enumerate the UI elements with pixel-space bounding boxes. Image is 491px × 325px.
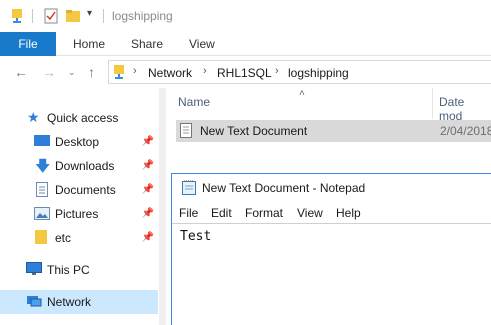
pin-icon[interactable]: 📌 <box>142 208 154 219</box>
computer-icon <box>26 262 42 279</box>
sidebar-scrollbar[interactable] <box>159 88 166 325</box>
title-bar: ▾ logshipping <box>0 0 491 32</box>
sidebar-item-label: Downloads <box>55 159 115 173</box>
properties-icon[interactable] <box>44 8 58 27</box>
notepad-menu-bar: File Edit Format View Help <box>172 202 491 224</box>
sidebar-item-label: Network <box>47 295 92 309</box>
breadcrumb-rhl1sql[interactable]: RHL1SQL <box>217 66 272 80</box>
sort-ascending-icon: ˄ <box>299 88 305 99</box>
breadcrumb-separator-icon[interactable]: › <box>203 65 207 77</box>
window-title: logshipping <box>112 9 173 23</box>
pin-icon[interactable]: 📌 <box>142 160 154 171</box>
tab-share[interactable]: Share <box>131 32 163 56</box>
forward-arrow-icon[interactable]: → <box>42 64 56 80</box>
sidebar-item-network[interactable]: Network <box>0 290 158 314</box>
file-date: 2/04/2018 <box>440 124 491 138</box>
menu-format[interactable]: Format <box>245 206 283 220</box>
sidebar-item-label: This PC <box>47 263 90 277</box>
notepad-title-bar[interactable]: New Text Document - Notepad <box>172 174 491 202</box>
menu-view[interactable]: View <box>297 206 323 220</box>
sidebar-item-label: Desktop <box>55 135 100 149</box>
new-folder-icon[interactable] <box>65 8 81 27</box>
file-row[interactable]: New Text Document 2/04/2018 <box>176 120 491 142</box>
notepad-content: Test <box>180 229 212 244</box>
column-header-date-modified[interactable]: Date mod <box>439 95 491 123</box>
back-arrow-icon[interactable]: ← <box>14 64 28 80</box>
file-name: New Text Document <box>200 124 308 138</box>
menu-file[interactable]: File <box>179 206 198 220</box>
breadcrumb-separator-icon[interactable]: › <box>133 65 137 77</box>
address-bar[interactable]: › Network › RHL1SQL › logshipping <box>108 60 491 84</box>
star-icon: ★ <box>27 109 40 125</box>
tab-home[interactable]: Home <box>73 32 105 56</box>
text-file-icon <box>180 123 192 141</box>
recent-locations-chevron-icon[interactable]: ⌄ <box>68 67 76 78</box>
menu-edit[interactable]: Edit <box>211 206 232 220</box>
ribbon-tabs: File Home Share View <box>0 32 491 56</box>
network-icon <box>26 294 42 311</box>
sidebar-item-this-pc[interactable]: This PC <box>0 258 158 282</box>
pin-icon[interactable]: 📌 <box>142 232 154 243</box>
app-folder-icon <box>10 8 24 27</box>
column-divider[interactable] <box>432 88 433 118</box>
tab-file[interactable]: File <box>0 32 56 56</box>
quick-access-dropdown-icon[interactable]: ▾ <box>87 8 92 19</box>
breadcrumb-logshipping[interactable]: logshipping <box>288 66 349 80</box>
sidebar-item-etc[interactable]: etc 📌 <box>0 226 158 250</box>
notepad-icon <box>182 180 196 198</box>
notepad-title: New Text Document - Notepad <box>202 181 366 195</box>
sidebar-item-downloads[interactable]: 🡇 Downloads 📌 <box>0 154 158 178</box>
navigation-bar: ← → ⌄ ↑ › Network › RHL1SQL › logshippin… <box>0 56 491 88</box>
column-header-name[interactable]: Name <box>178 95 210 109</box>
sidebar-item-label: Pictures <box>55 207 99 221</box>
sidebar-item-label: Documents <box>55 183 116 197</box>
sidebar-item-documents[interactable]: Documents 📌 <box>0 178 158 202</box>
breadcrumb-network[interactable]: Network <box>148 66 192 80</box>
sidebar-item-pictures[interactable]: Pictures 📌 <box>0 202 158 226</box>
tab-view[interactable]: View <box>189 32 215 56</box>
notepad-text-area[interactable]: Test <box>172 223 491 325</box>
sidebar-item-label: Quick access <box>47 111 119 125</box>
folder-icon <box>34 229 48 248</box>
menu-help[interactable]: Help <box>336 206 361 220</box>
up-arrow-icon[interactable]: ↑ <box>88 64 95 80</box>
sidebar-item-label: etc <box>55 231 72 245</box>
documents-icon <box>36 182 48 200</box>
breadcrumb-separator-icon[interactable]: › <box>275 65 279 77</box>
pin-icon[interactable]: 📌 <box>142 136 154 147</box>
desktop-icon <box>34 135 50 150</box>
folder-location-icon <box>113 64 125 83</box>
navigation-pane: ★ Quick access Desktop 📌 🡇 Downloads 📌 D… <box>0 88 166 325</box>
pin-icon[interactable]: 📌 <box>142 184 154 195</box>
notepad-window: New Text Document - Notepad File Edit Fo… <box>171 173 491 325</box>
sidebar-item-quick-access[interactable]: ★ Quick access <box>0 106 158 130</box>
sidebar-item-desktop[interactable]: Desktop 📌 <box>0 130 158 154</box>
pictures-icon <box>34 207 50 223</box>
